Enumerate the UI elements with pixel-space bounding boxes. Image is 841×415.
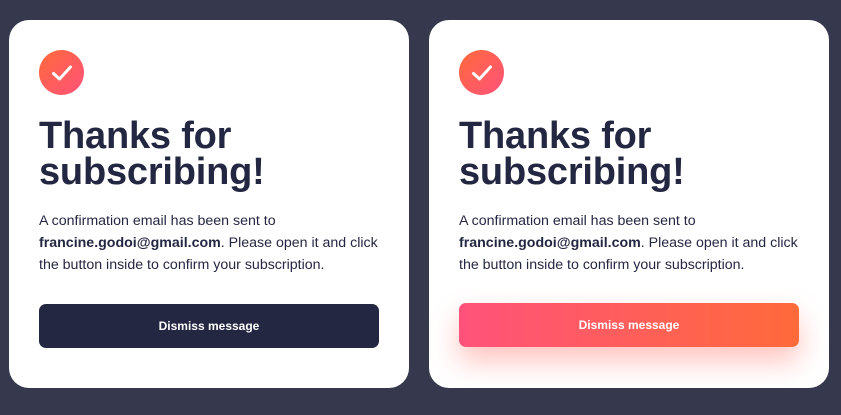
page-title: Thanks for subscribing! — [39, 117, 389, 193]
dismiss-button[interactable]: Dismiss message — [39, 304, 379, 348]
title-line-2: subscribing! — [39, 151, 265, 193]
email-address: francine.godoi@gmail.com — [39, 235, 221, 251]
message-prefix: A confirmation email has been sent to — [39, 213, 276, 229]
confirmation-message: A confirmation email has been sent to fr… — [459, 210, 801, 276]
dismiss-button[interactable]: Dismiss message — [459, 303, 799, 347]
page-title: Thanks for subscribing! — [459, 117, 809, 193]
success-card-hover: Thanks for subscribing! A confirmation e… — [429, 20, 829, 388]
success-card-default: Thanks for subscribing! A confirmation e… — [9, 20, 409, 388]
check-icon — [459, 50, 504, 95]
confirmation-message: A confirmation email has been sent to fr… — [39, 210, 381, 276]
check-icon — [39, 50, 84, 95]
message-prefix: A confirmation email has been sent to — [459, 213, 696, 229]
email-address: francine.godoi@gmail.com — [459, 235, 641, 251]
title-line-2: subscribing! — [459, 151, 685, 193]
